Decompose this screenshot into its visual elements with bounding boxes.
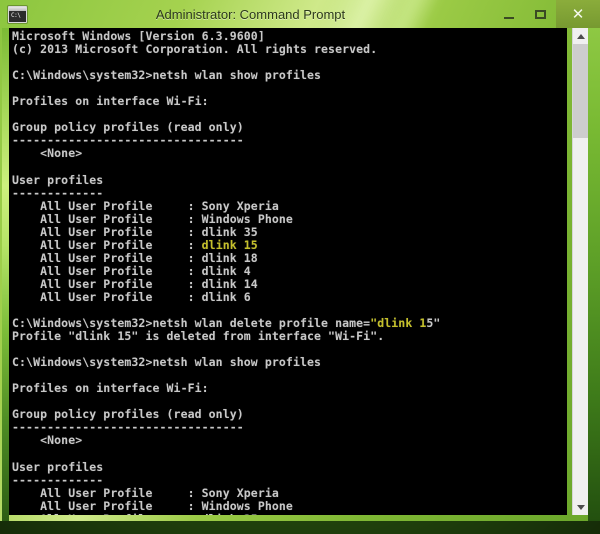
scrollbar-thumb[interactable] (573, 44, 588, 138)
scroll-down-button[interactable] (573, 499, 588, 515)
maximize-button[interactable] (525, 4, 555, 24)
command-prompt-icon: C:\ (8, 5, 27, 23)
console-output-area[interactable]: Microsoft Windows [Version 6.3.9600] (c)… (9, 28, 567, 515)
close-button[interactable]: ✕ (556, 0, 600, 28)
console-scrollbar[interactable] (572, 28, 588, 515)
scroll-down-arrow-icon (576, 504, 585, 510)
window-title: Administrator: Command Prompt (155, 6, 346, 22)
command-prompt-window: C:\ Administrator: Command Prompt ✕ Micr… (0, 0, 600, 521)
minimize-icon (504, 16, 514, 19)
window-left-border (2, 28, 9, 521)
minimize-button[interactable] (494, 4, 524, 24)
icon-prompt-glyph: C:\ (11, 11, 21, 19)
title-bar[interactable]: C:\ Administrator: Command Prompt ✕ (0, 0, 600, 28)
window-right-border (588, 28, 600, 521)
close-icon: ✕ (571, 5, 585, 23)
console-text: Microsoft Windows [Version 6.3.9600] (c)… (12, 29, 441, 515)
scroll-up-arrow-icon (576, 33, 585, 39)
icon-titlebar-strip (9, 6, 26, 11)
maximize-icon (534, 9, 546, 19)
scroll-up-button[interactable] (573, 28, 588, 44)
